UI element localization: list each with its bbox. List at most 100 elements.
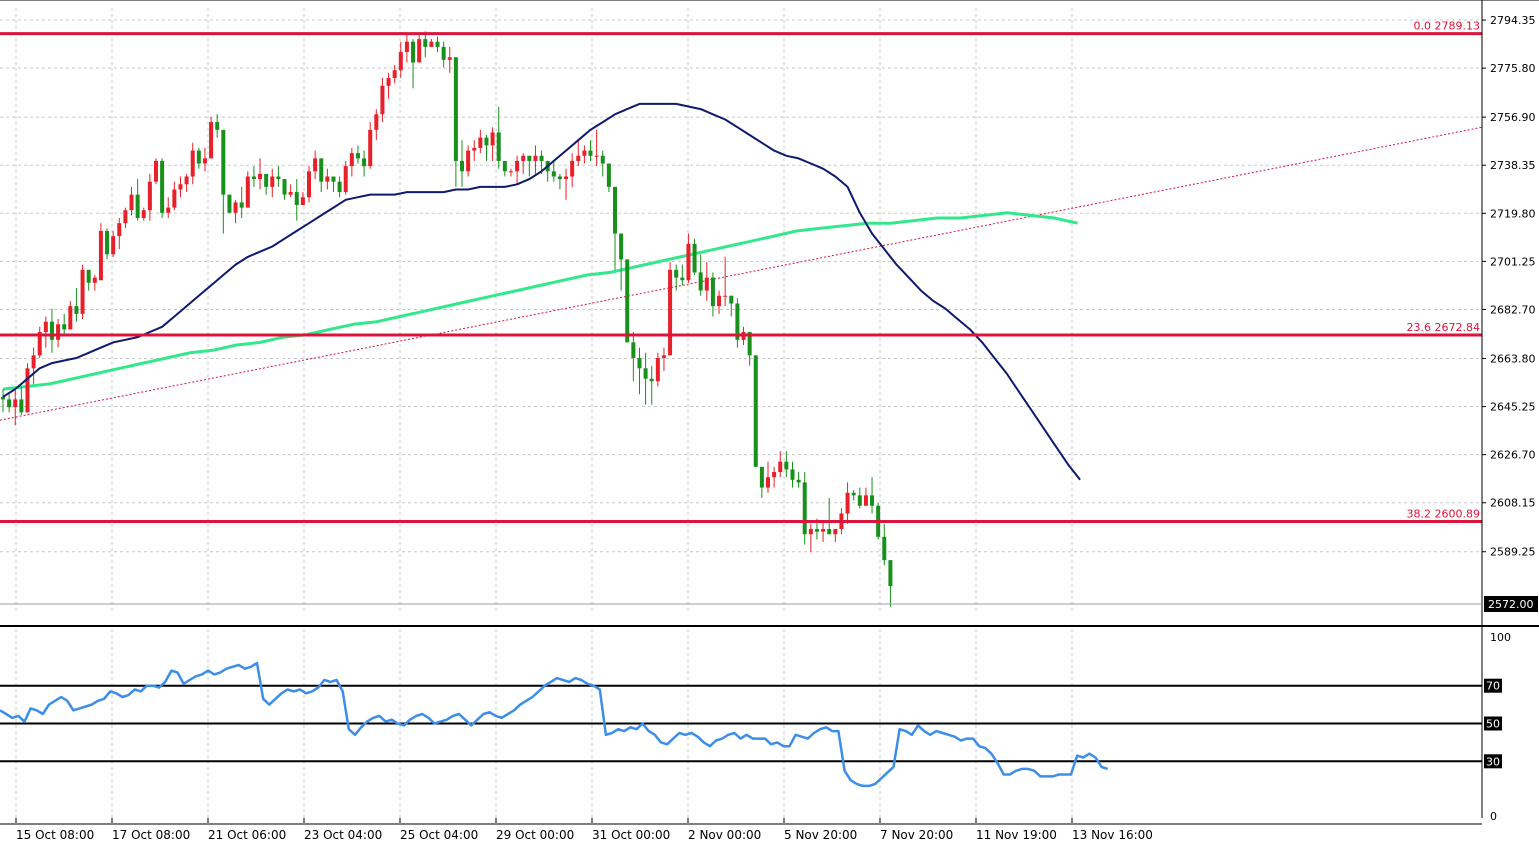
time-tick-label: 29 Oct 00:00 — [496, 828, 574, 842]
price-tick-label: 2701.25 — [1490, 255, 1536, 268]
candle-body — [190, 150, 195, 177]
candle-body — [209, 122, 214, 159]
candle-body — [845, 492, 850, 514]
candle-body — [276, 176, 281, 180]
candle-body — [184, 176, 189, 185]
candle — [80, 264, 85, 320]
candle-body — [698, 272, 703, 291]
candle-body — [337, 181, 342, 193]
fib-level-label: 38.2 2600.89 — [1407, 508, 1480, 521]
candle-body — [680, 277, 685, 281]
candle-body — [307, 171, 311, 198]
candle-body — [258, 173, 263, 180]
candle-body — [759, 466, 764, 488]
rsi-tick-label: 100 — [1490, 631, 1511, 644]
candle-body — [7, 399, 12, 408]
candle-body — [233, 202, 238, 213]
candle-body — [80, 269, 85, 314]
candle-body — [166, 207, 171, 213]
candle-body — [105, 230, 110, 255]
candle-body — [313, 158, 318, 172]
candle-body — [447, 57, 452, 60]
candle-body — [729, 295, 734, 304]
candle-body — [86, 269, 91, 283]
candle-body — [576, 155, 581, 161]
price-tick-label: 2663.80 — [1490, 352, 1536, 365]
candle-body — [202, 158, 207, 164]
candle-body — [355, 153, 360, 159]
candle-body — [674, 269, 679, 278]
candle-body — [141, 210, 146, 218]
candle-body — [661, 355, 666, 358]
candle-body — [404, 41, 409, 53]
candle-body — [460, 160, 464, 172]
candle-body — [368, 129, 373, 167]
candle-body — [31, 355, 36, 369]
candle-body — [1, 396, 5, 400]
candle — [692, 238, 697, 276]
candle-body — [551, 171, 556, 177]
candle — [227, 194, 232, 213]
time-tick-label: 15 Oct 08:00 — [16, 828, 94, 842]
candle-body — [245, 176, 250, 208]
candle-body — [863, 495, 868, 506]
candle-body — [668, 269, 673, 356]
candle-body — [453, 57, 458, 161]
price-tick-label: 2589.25 — [1490, 546, 1536, 559]
candle-body — [19, 399, 24, 413]
candle — [98, 223, 103, 281]
candle-body — [472, 147, 477, 151]
candle — [245, 171, 250, 208]
time-tick-label: 23 Oct 04:00 — [304, 828, 382, 842]
candle-body — [588, 150, 593, 156]
time-tick-label: 17 Oct 08:00 — [112, 828, 190, 842]
candle — [25, 363, 30, 413]
candle-body — [490, 132, 495, 146]
candle-body — [325, 176, 330, 182]
time-tick-label: 25 Oct 04:00 — [400, 828, 478, 842]
time-tick-label: 11 Nov 19:00 — [976, 828, 1057, 842]
candle-body — [466, 150, 471, 172]
candle-body — [417, 39, 422, 63]
time-tick-label: 21 Oct 06:00 — [208, 828, 286, 842]
candle-body — [227, 194, 232, 213]
candle-body — [62, 324, 67, 330]
candle-body — [515, 160, 520, 172]
price-tick-label: 2794.35 — [1490, 14, 1536, 27]
price-tick-label: 2682.70 — [1490, 303, 1536, 316]
candle-body — [294, 192, 299, 206]
candle-body — [111, 236, 116, 255]
candle-body — [796, 479, 801, 483]
fib-level-label: 0.0 2789.13 — [1414, 20, 1480, 33]
candle-body — [631, 342, 636, 358]
candle-body — [655, 357, 660, 382]
candle-body — [43, 321, 48, 333]
candle-body — [380, 85, 385, 115]
candle-body — [564, 176, 569, 180]
candle — [307, 166, 311, 203]
candle-body — [49, 321, 54, 340]
candle-body — [282, 179, 287, 195]
candle-body — [502, 160, 507, 172]
candle-body — [686, 243, 691, 281]
candle-body — [790, 469, 795, 480]
candle-body — [625, 259, 630, 343]
candle-body — [441, 46, 446, 60]
candle-body — [349, 153, 354, 167]
candle-body — [814, 529, 819, 532]
price-tick-label: 2756.90 — [1490, 111, 1536, 124]
candle-body — [527, 155, 532, 161]
candle-body — [539, 155, 544, 161]
candle — [802, 472, 807, 545]
time-tick-label: 7 Nov 20:00 — [880, 828, 953, 842]
rsi-tick-label: 0 — [1490, 810, 1497, 823]
rsi-level-label: 30 — [1486, 755, 1500, 768]
candle-body — [129, 194, 134, 211]
candle-body — [172, 189, 177, 208]
price-chart[interactable]: 0.0 2789.13 23.6 2672.84 38.2 2600.89 70 50… — [0, 0, 1539, 849]
candle-body — [56, 324, 61, 340]
candle-body — [704, 277, 709, 291]
candle-body — [753, 355, 758, 467]
candle-body — [570, 160, 575, 177]
candle-body — [398, 52, 403, 71]
